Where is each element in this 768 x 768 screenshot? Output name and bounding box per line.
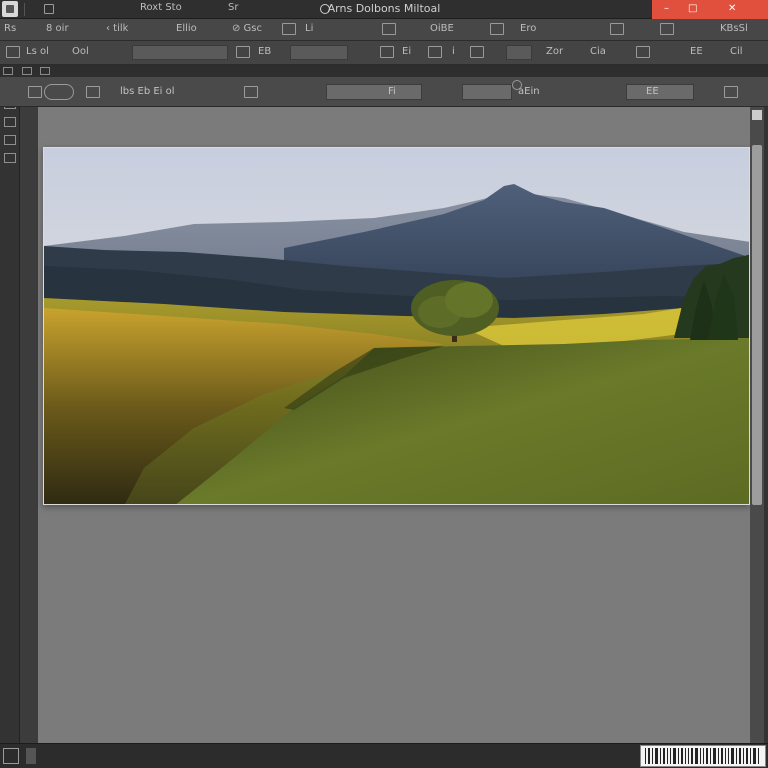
scroll-up-icon[interactable] (752, 110, 762, 120)
ribbon-input[interactable] (626, 84, 694, 100)
vertical-scrollbar[interactable] (750, 107, 764, 743)
option-field[interactable] (290, 45, 348, 60)
tab-icon[interactable] (22, 67, 32, 75)
settings-icon[interactable] (610, 23, 624, 35)
title-bar: Roxt Sto Sr Arns Dolbons Miltoal – □ ✕ (0, 0, 768, 19)
ribbon-input[interactable] (326, 84, 422, 100)
left-panel-strip (20, 107, 38, 743)
option-label: Zor (546, 46, 564, 57)
layers-icon[interactable] (382, 23, 396, 35)
maximize-button[interactable]: □ (688, 3, 697, 14)
titlebar-small-label: Sr (228, 2, 239, 13)
titlebar-left-label: Roxt Sto (140, 2, 182, 13)
menu-item[interactable]: Ellio (176, 23, 197, 37)
warp-icon[interactable] (636, 46, 650, 58)
tab-icon[interactable] (3, 67, 13, 75)
panel-toggle-icon[interactable] (724, 86, 738, 98)
option-label: Cil (730, 46, 743, 57)
tools-panel (0, 77, 20, 768)
menu-icon[interactable] (44, 4, 54, 14)
ribbon-label: Fi (388, 86, 396, 97)
ribbon-input[interactable] (462, 84, 512, 100)
option-label: EB (258, 46, 272, 57)
zoom-icon[interactable] (44, 84, 74, 100)
menu-item[interactable]: Ero (520, 23, 536, 37)
option-field[interactable] (506, 45, 532, 60)
landscape-photo (44, 148, 749, 504)
separator (24, 3, 25, 16)
scrollbar-thumb[interactable] (752, 145, 762, 505)
view-icon[interactable] (28, 86, 42, 98)
close-button[interactable]: ✕ (728, 3, 736, 14)
transform-icon[interactable] (470, 46, 484, 58)
ribbon: lbs Eb Ei ol Fi aEin EE (0, 77, 768, 107)
link-icon[interactable] (236, 46, 250, 58)
crop-tool-icon[interactable] (4, 135, 16, 145)
menu-item[interactable]: OiBE (430, 23, 454, 37)
ribbon-label: aEin (518, 86, 540, 97)
menu-bar: Rs 8 oir ‹ tilk Ellio ⊘ Gsc Li OiBE Ero … (0, 19, 768, 41)
option-field[interactable] (132, 45, 228, 60)
window-controls: – □ ✕ (652, 0, 768, 19)
menu-item[interactable]: KBsSl (720, 23, 748, 37)
tab-icon[interactable] (40, 67, 50, 75)
document-canvas[interactable] (43, 147, 750, 505)
rotate-icon[interactable] (244, 86, 258, 98)
document-icon (320, 4, 330, 14)
ribbon-label: lbs Eb Ei ol (120, 86, 175, 97)
menu-item[interactable]: ‹ tilk (106, 23, 128, 37)
menu-item[interactable]: 8 oir (46, 23, 69, 37)
app-icon[interactable] (2, 1, 18, 17)
document-tab-bar (0, 65, 768, 77)
ribbon-label: EE (646, 86, 659, 97)
option-label: Cia (590, 46, 606, 57)
options-bar: Ls ol Ool EB Ei i Zor Cia EE Cil (0, 41, 768, 65)
lasso-tool-icon[interactable] (4, 117, 16, 127)
crop-icon[interactable] (282, 23, 296, 35)
right-edge (764, 107, 768, 768)
minimize-button[interactable]: – (664, 3, 669, 14)
distribute-icon[interactable] (428, 46, 442, 58)
align-icon[interactable] (380, 46, 394, 58)
tool-preset-icon[interactable] (6, 46, 20, 58)
option-label: i (452, 46, 455, 57)
option-label: Ool (72, 46, 89, 57)
status-icon[interactable] (3, 748, 19, 764)
option-label: EE (690, 46, 703, 57)
hand-icon[interactable] (86, 86, 100, 98)
option-label: Ls ol (26, 46, 49, 57)
grid-icon[interactable] (490, 23, 504, 35)
panel-icon[interactable] (660, 23, 674, 35)
menu-item[interactable]: Li (305, 23, 313, 37)
barcode-icon (640, 745, 766, 767)
menu-item[interactable]: Rs (4, 23, 16, 37)
brush-tool-icon[interactable] (4, 153, 16, 163)
menu-item[interactable]: ⊘ Gsc (232, 23, 262, 37)
option-label: Ei (402, 46, 412, 57)
status-divider (26, 748, 36, 764)
